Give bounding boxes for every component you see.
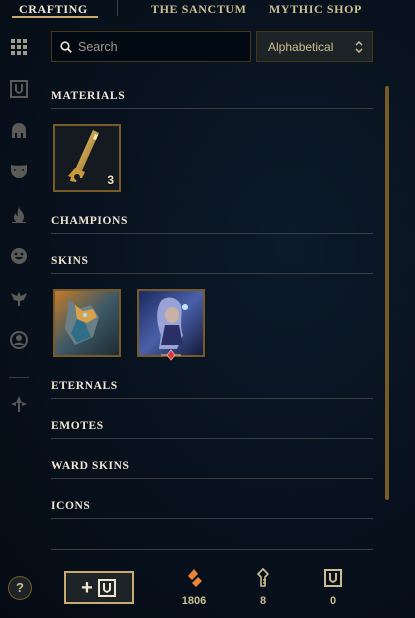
tab-the-sanctum[interactable]: THE SANCTUM bbox=[151, 2, 247, 17]
rail-divider bbox=[9, 377, 29, 378]
sort-chevron-icon bbox=[355, 40, 363, 54]
material-quantity: 3 bbox=[107, 173, 114, 187]
orange-essence-value: 1806 bbox=[181, 595, 207, 607]
nav-divider bbox=[117, 0, 118, 16]
section-divider bbox=[51, 233, 373, 234]
rarity-gem-icon bbox=[161, 349, 181, 361]
flame-icon[interactable] bbox=[8, 204, 30, 226]
section-divider bbox=[51, 273, 373, 274]
section-divider bbox=[51, 438, 373, 439]
search-input[interactable] bbox=[78, 37, 246, 57]
section-divider bbox=[51, 478, 373, 479]
search-box[interactable] bbox=[51, 31, 251, 62]
plus-label: + bbox=[81, 576, 93, 599]
helmet-icon[interactable] bbox=[8, 120, 30, 142]
smiley-icon[interactable] bbox=[8, 245, 30, 267]
chest-icon bbox=[324, 569, 342, 587]
skin-art-mage bbox=[139, 291, 203, 355]
profile-icon[interactable] bbox=[8, 329, 30, 351]
chest-value: 0 bbox=[329, 595, 337, 607]
section-skins-title[interactable]: SKINS bbox=[51, 255, 89, 267]
search-icon bbox=[60, 41, 72, 53]
sort-dropdown[interactable]: Alphabetical bbox=[256, 31, 373, 62]
orange-essence-icon bbox=[188, 569, 202, 587]
chest-icon bbox=[97, 578, 116, 597]
material-tile-key-fragment[interactable]: 3 bbox=[53, 124, 121, 192]
tab-crafting[interactable]: CRAFTING bbox=[19, 2, 88, 17]
section-champions-title[interactable]: CHAMPIONS bbox=[51, 215, 128, 227]
add-chest-button[interactable]: + bbox=[64, 571, 134, 604]
section-ward-skins-title[interactable]: WARD SKINS bbox=[51, 460, 130, 472]
sort-selected-label: Alphabetical bbox=[268, 40, 334, 54]
footer-divider bbox=[51, 549, 373, 550]
section-icons-title[interactable]: ICONS bbox=[51, 500, 90, 512]
section-eternals-title[interactable]: ETERNALS bbox=[51, 380, 118, 392]
active-tab-underline bbox=[12, 16, 98, 18]
orange-essence-counter: 1806 bbox=[169, 568, 219, 607]
key-counter: 8 bbox=[238, 568, 288, 607]
help-button[interactable]: ? bbox=[8, 576, 32, 600]
arrow-icon[interactable] bbox=[8, 393, 30, 415]
scrollbar-thumb[interactable] bbox=[385, 86, 389, 500]
key-value: 8 bbox=[259, 595, 267, 607]
grid-icon[interactable] bbox=[8, 36, 30, 58]
chest-counter: 0 bbox=[308, 568, 358, 607]
skin-art-armored bbox=[55, 291, 119, 355]
ward-icon[interactable] bbox=[8, 288, 30, 310]
key-icon bbox=[256, 568, 270, 587]
tab-mythic-shop[interactable]: MYTHIC SHOP bbox=[269, 2, 362, 17]
section-divider bbox=[51, 398, 373, 399]
skin-tile-armored[interactable] bbox=[53, 289, 121, 357]
mask-icon[interactable] bbox=[8, 160, 30, 182]
skin-tile-mage[interactable] bbox=[137, 289, 205, 357]
shield-icon[interactable] bbox=[8, 78, 30, 100]
section-divider bbox=[51, 108, 373, 109]
section-divider bbox=[51, 518, 373, 519]
section-emotes-title[interactable]: EMOTES bbox=[51, 420, 104, 432]
top-nav: CRAFTING THE SANCTUM MYTHIC SHOP bbox=[0, 0, 415, 20]
section-materials-title[interactable]: MATERIALS bbox=[51, 90, 125, 102]
